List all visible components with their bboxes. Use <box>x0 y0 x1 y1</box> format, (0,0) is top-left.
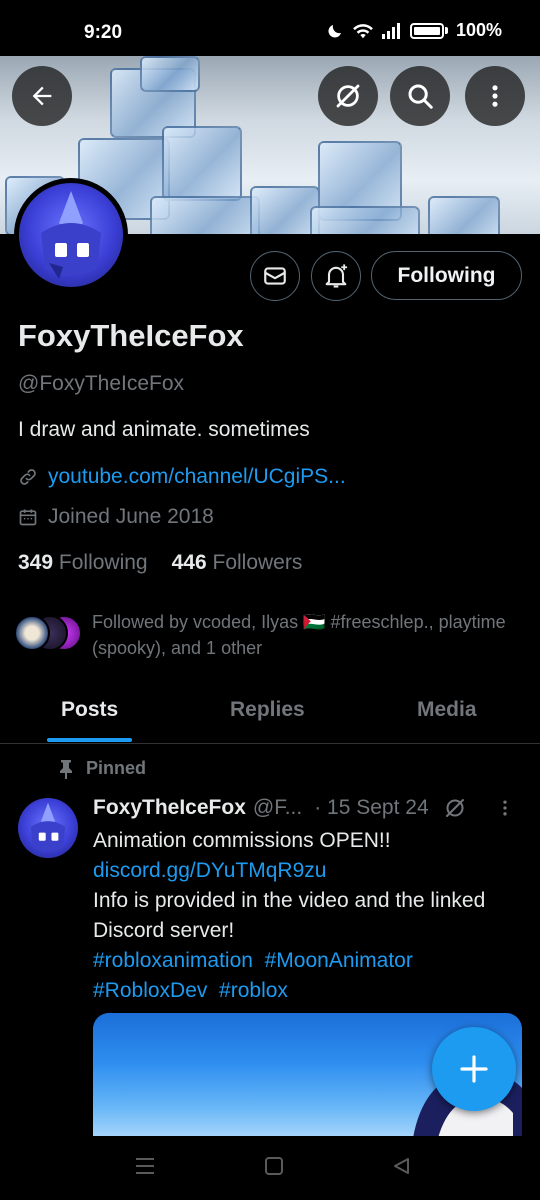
post-text: Animation commissions OPEN!! discord.gg/… <box>93 826 513 1006</box>
profile-link-row[interactable]: youtube.com/channel/UCgiPS... <box>18 465 346 489</box>
status-icons: 100% <box>326 20 502 41</box>
post-author-name[interactable]: FoxyTheIceFox <box>93 796 246 820</box>
ice-cube <box>162 126 242 201</box>
pinned-label: Pinned <box>86 758 147 778</box>
wifi-icon <box>353 23 373 38</box>
followers-count: 446 <box>171 551 207 574</box>
moon-icon <box>328 24 341 38</box>
following-label: Following <box>58 551 148 574</box>
slash-circle-icon <box>336 84 360 108</box>
plus-icon <box>460 1055 488 1083</box>
avatar-artwork <box>30 802 66 852</box>
status-bar: 9:20 100% <box>0 0 540 56</box>
ice-cube <box>310 206 420 234</box>
search-icon <box>408 84 433 109</box>
following-button[interactable]: Following <box>371 251 522 300</box>
post-hashtags[interactable]: #robloxanimation #MoonAnimator <box>93 946 513 976</box>
battery-tip <box>444 27 448 34</box>
triangle-left-icon <box>394 1158 409 1174</box>
post-header: FoxyTheIceFox @F... · 15 Sept 24 <box>93 796 515 820</box>
followers-count-link[interactable]: 446 Followers <box>172 551 303 575</box>
user-handle: @FoxyTheIceFox <box>18 372 185 395</box>
avatar-artwork <box>41 191 101 279</box>
following-count-link[interactable]: 349 Following <box>18 551 148 575</box>
post-line: Info is provided in the video and the li… <box>93 889 486 942</box>
followers-label: Followers <box>212 551 303 574</box>
slash-circle-icon[interactable] <box>443 796 467 820</box>
menu-lines-icon <box>136 1158 154 1174</box>
joined-date: Joined June 2018 <box>48 505 214 528</box>
followed-by-row[interactable]: Followed by vcoded, Ilyas 🇵🇸 #freeschlep… <box>14 609 512 661</box>
ice-cube <box>428 196 500 234</box>
post-line: Animation commissions OPEN!! <box>93 829 391 852</box>
follow-counts: 349 Following 446 Followers <box>18 551 302 575</box>
ice-cube <box>150 196 260 234</box>
mail-icon <box>264 267 286 285</box>
signal-icon <box>381 22 400 39</box>
joined-row: Joined June 2018 <box>18 505 214 529</box>
display-name: FoxyTheIceFox <box>18 318 244 353</box>
profile-link[interactable]: youtube.com/channel/UCgiPS... <box>48 465 346 489</box>
home-button[interactable] <box>264 1156 284 1181</box>
tab-replies[interactable]: Replies <box>230 698 305 722</box>
mutual-avatars <box>14 615 82 655</box>
mutual-avatar <box>14 615 50 651</box>
profile-tabs: Posts Replies Media <box>0 686 540 744</box>
tab-media[interactable]: Media <box>417 698 477 722</box>
following-count: 349 <box>18 551 54 574</box>
ice-cube <box>140 56 200 92</box>
post-date[interactable]: · 15 Sept 24 <box>314 796 428 820</box>
system-nav-bar <box>0 1136 540 1200</box>
arrow-left-icon <box>32 86 52 106</box>
active-tab-indicator <box>47 738 132 742</box>
compose-fab[interactable] <box>432 1027 516 1111</box>
grok-button[interactable] <box>318 66 378 126</box>
pin-icon <box>60 759 72 779</box>
post-author-handle[interactable]: @F... <box>253 796 302 820</box>
status-time: 9:20 <box>84 22 123 43</box>
bio: I draw and animate. sometimes <box>18 418 310 441</box>
notifications-button[interactable] <box>311 251 361 301</box>
square-icon <box>265 1157 283 1175</box>
calendar-icon <box>19 509 37 526</box>
recents-button[interactable] <box>134 1156 156 1181</box>
battery-percent: 100% <box>455 20 502 40</box>
more-vertical-icon <box>492 85 498 107</box>
back-button[interactable] <box>12 66 72 126</box>
tab-posts[interactable]: Posts <box>61 698 118 722</box>
battery-icon <box>409 22 444 39</box>
followed-by-text: Followed by vcoded, Ilyas 🇵🇸 #freeschlep… <box>92 612 506 658</box>
system-back-button[interactable] <box>392 1156 412 1181</box>
more-button[interactable] <box>465 66 525 126</box>
post-hashtags[interactable]: #RobloxDev #roblox <box>93 976 513 1006</box>
bell-plus-icon <box>325 264 348 288</box>
pinned-label-row: Pinned <box>58 758 146 779</box>
post-link[interactable]: discord.gg/DYuTMqR9zu <box>93 856 513 886</box>
more-vertical-icon[interactable] <box>495 798 515 818</box>
message-button[interactable] <box>250 251 300 301</box>
post-author-avatar[interactable] <box>18 798 78 858</box>
search-button[interactable] <box>390 66 450 126</box>
link-icon <box>20 469 36 485</box>
profile-avatar[interactable] <box>14 178 128 292</box>
